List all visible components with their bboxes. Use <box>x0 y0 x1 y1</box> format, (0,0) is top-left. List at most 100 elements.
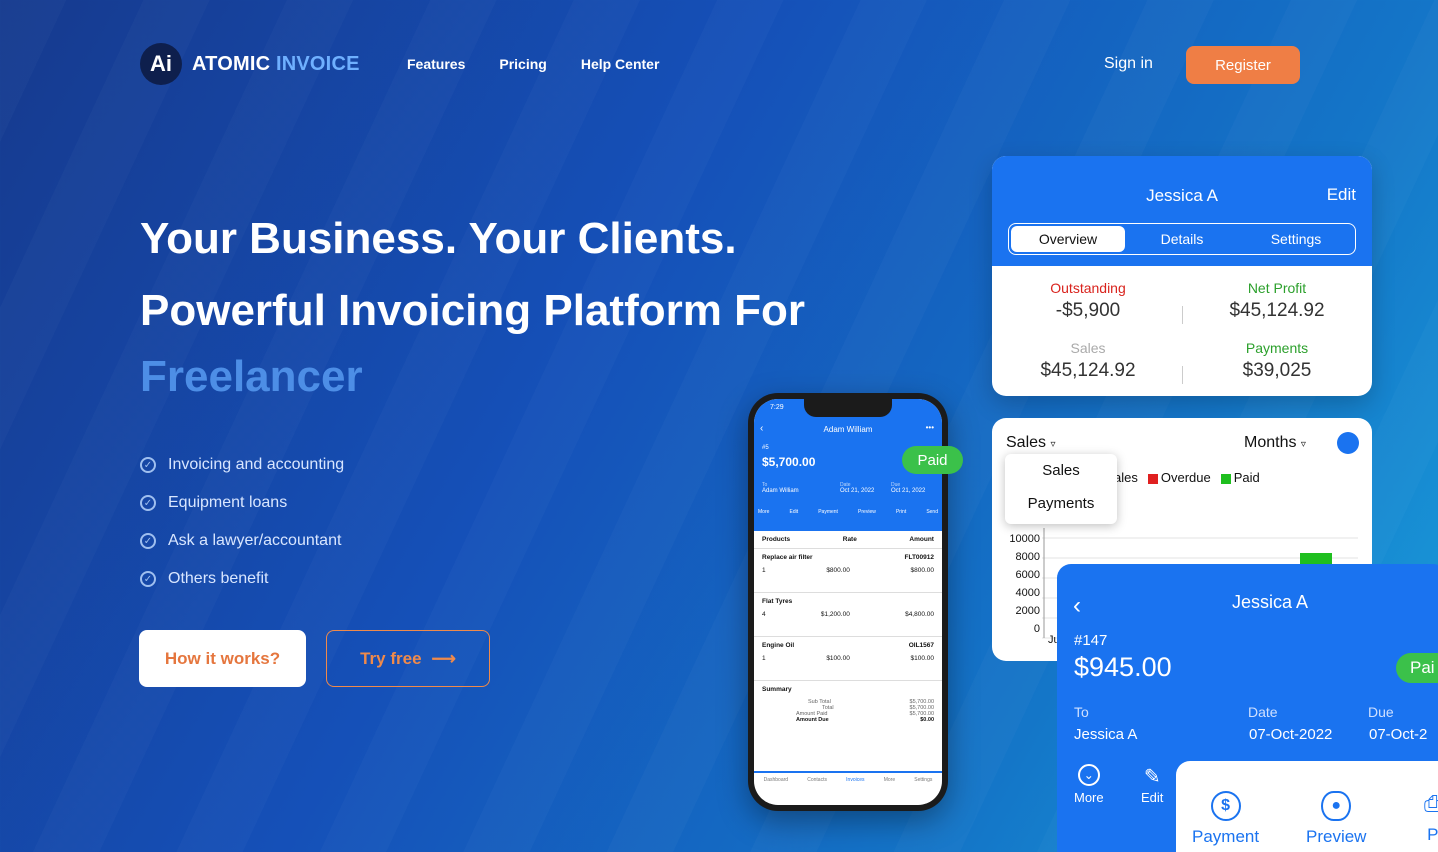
hero-title-highlight: Freelancer <box>140 352 363 401</box>
edit-link[interactable]: Edit <box>1327 185 1356 205</box>
segmented-tabs: Overview Details Settings <box>1008 223 1356 255</box>
phone-tab-bar: Dashboard Contacts Invoices More Setting… <box>754 771 942 805</box>
check-circle-icon: ✓ <box>140 457 156 473</box>
due-value: 07-Oct-2 <box>1369 726 1428 743</box>
invoice-client-name: Jessica A <box>1232 592 1309 612</box>
phone-line-item[interactable]: Replace air filter FLT00912 1 $800.00 $800.… <box>754 549 942 593</box>
edit-action[interactable]: ✎ Edit <box>1141 764 1163 805</box>
date-label: Date <box>1248 704 1278 720</box>
phone-action-payment[interactable]: Payment <box>818 509 838 515</box>
chart-legend: ales Overdue Paid <box>1114 470 1260 485</box>
phone-tab-contacts[interactable]: Contacts <box>807 777 827 805</box>
register-button[interactable]: Register <box>1186 46 1300 84</box>
phone-line-item[interactable]: Engine Oil OIL1567 1 $100.00 $100.00 <box>754 637 942 681</box>
legend-overdue: Overdue <box>1147 470 1211 485</box>
stat-divider <box>1182 306 1183 324</box>
sign-in-link[interactable]: Sign in <box>1104 55 1153 73</box>
tab-details[interactable]: Details <box>1125 226 1239 252</box>
tab-overview[interactable]: Overview <box>1011 226 1125 252</box>
phone-notch <box>804 399 892 417</box>
dropdown-option-sales[interactable]: Sales <box>1005 454 1117 487</box>
nav-features[interactable]: Features <box>407 56 465 72</box>
phone-client-name: Adam William <box>823 425 873 434</box>
phone-invoice-amount: $5,700.00 <box>762 455 816 469</box>
sales-filter-select[interactable]: Sales ▿ <box>1006 434 1056 452</box>
dropdown-option-payments[interactable]: Payments <box>1005 487 1117 520</box>
client-overview-card: Jessica A Edit Overview Details Settings… <box>992 156 1372 396</box>
brand-name: ATOMIC INVOICE <box>192 52 360 75</box>
phone-action-send[interactable]: Send <box>926 509 938 515</box>
phone-to: To Adam William <box>762 482 799 494</box>
phone-tab-invoices[interactable]: Invoices <box>846 777 864 805</box>
phone-action-bar: More Edit Payment Preview Print Send <box>758 509 938 515</box>
y-tick: 0 <box>1033 623 1040 635</box>
nav-pricing[interactable]: Pricing <box>499 56 546 72</box>
feature-item: ✓ Invoicing and accounting <box>140 446 344 484</box>
date-value: 07-Oct-2022 <box>1249 726 1333 743</box>
due-label: Due <box>1368 704 1394 720</box>
phone-time: 7:29 <box>770 404 784 411</box>
y-tick: 10000 <box>1009 533 1040 545</box>
sales-filter-dropdown: Sales Payments <box>1005 454 1117 524</box>
phone-tab-dashboard[interactable]: Dashboard <box>764 777 788 805</box>
check-circle-icon: ✓ <box>140 533 156 549</box>
phone-date: Date Oct 21, 2022 <box>840 482 875 494</box>
phone-action-more[interactable]: More <box>758 509 769 515</box>
to-value: Jessica A <box>1074 726 1138 743</box>
back-chevron-icon[interactable]: ‹ <box>1073 592 1081 620</box>
brand-logo[interactable]: Ai ATOMIC INVOICE <box>140 43 360 85</box>
logo-icon: Ai <box>140 43 182 85</box>
eye-icon: ● <box>1321 791 1352 821</box>
tab-settings[interactable]: Settings <box>1239 226 1353 252</box>
y-axis: 10000 8000 6000 4000 2000 0 <box>1006 530 1040 638</box>
stat-divider <box>1182 366 1183 384</box>
y-tick: 2000 <box>1015 605 1040 617</box>
stat-sales: Sales $45,124.92 <box>1040 340 1136 381</box>
pie-chart-icon[interactable] <box>1337 432 1359 454</box>
phone-action-edit[interactable]: Edit <box>790 509 799 515</box>
check-circle-icon: ✓ <box>140 571 156 587</box>
period-select[interactable]: Months ▿ <box>1244 434 1306 452</box>
printer-icon: ⎙ <box>1424 791 1438 816</box>
print-action[interactable]: ⎙ P <box>1424 791 1438 845</box>
phone-table-header: Products Rate Amount <box>754 531 942 549</box>
phone-action-print[interactable]: Print <box>896 509 906 515</box>
pencil-icon: ✎ <box>1143 766 1161 788</box>
nav-help-center[interactable]: Help Center <box>581 56 660 72</box>
feature-list: ✓ Invoicing and accounting ✓ Equipment loa… <box>140 446 344 598</box>
feature-item: ✓ Ask a lawyer/accountant <box>140 522 344 560</box>
stat-payments: Payments $39,025 <box>1242 340 1312 381</box>
invoice-amount: $945.00 <box>1074 652 1172 682</box>
phone-invoice-number: #5 <box>762 445 769 451</box>
more-dots-icon[interactable]: ••• <box>926 423 934 432</box>
check-circle-icon: ✓ <box>140 495 156 511</box>
stat-outstanding: Outstanding -$5,900 <box>1050 280 1126 321</box>
dollar-circle-icon: $ <box>1210 791 1241 821</box>
y-tick: 4000 <box>1015 587 1040 599</box>
y-tick: 8000 <box>1015 551 1040 563</box>
try-free-button[interactable]: Try free ⟶ <box>326 630 490 687</box>
stat-net-profit: Net Profit $45,124.92 <box>1229 280 1325 321</box>
phone-action-preview[interactable]: Preview <box>858 509 876 515</box>
main-nav: Features Pricing Help Center <box>407 56 659 72</box>
caret-down-icon: ▿ <box>1050 439 1056 450</box>
phone-tab-settings[interactable]: Settings <box>914 777 932 805</box>
more-action[interactable]: ⌄ More <box>1074 764 1104 805</box>
phone-line-item[interactable]: Flat Tyres 4 $1,200.00 $4,800.00 <box>754 593 942 637</box>
invoice-actions-panel: $ Payment ● Preview ⎙ P <box>1176 761 1438 852</box>
chevron-down-circle-icon: ⌄ <box>1077 764 1100 786</box>
legend-paid: Paid <box>1220 470 1260 485</box>
legend-sales: ales <box>1114 470 1138 485</box>
client-card-header: Jessica A Edit Overview Details Settings <box>992 156 1372 266</box>
invoice-number: #147 <box>1074 632 1108 649</box>
to-label: To <box>1074 704 1089 720</box>
phone-tab-more[interactable]: More <box>884 777 895 805</box>
phone-summary: Summary Sub Total $5,700.00 Total $5,700.0… <box>762 686 934 723</box>
payment-action[interactable]: $ Payment <box>1192 791 1259 847</box>
preview-action[interactable]: ● Preview <box>1306 791 1366 847</box>
paid-badge: Paid <box>902 446 963 474</box>
client-name: Jessica A <box>1146 186 1218 205</box>
arrow-right-icon: ⟶ <box>431 648 456 668</box>
how-it-works-button[interactable]: How it works? <box>139 630 306 687</box>
paid-badge: Pai <box>1396 653 1438 683</box>
